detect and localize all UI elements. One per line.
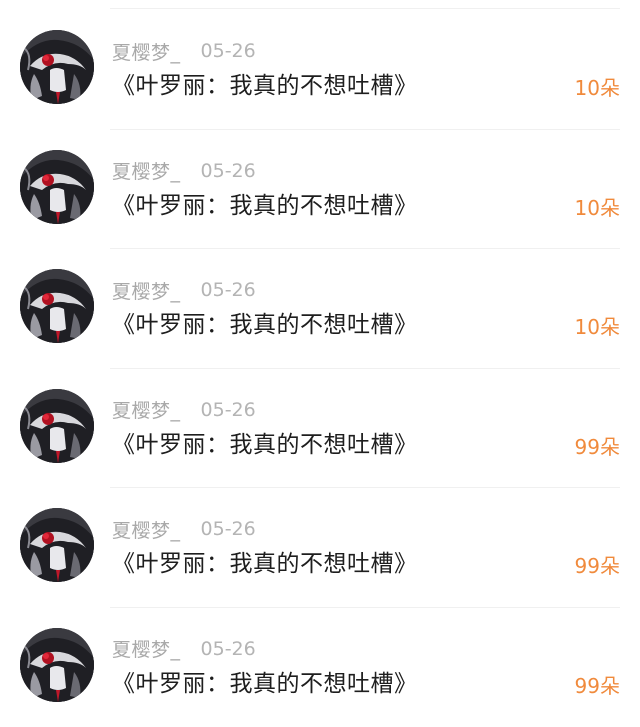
list-item[interactable]: 夏樱梦_ 05-26 《叶罗丽：我真的不想吐槽》 99朵 <box>0 369 640 489</box>
anime-girl-avatar-icon <box>20 389 94 463</box>
avatar[interactable] <box>20 30 94 104</box>
post-date: 05-26 <box>201 399 256 421</box>
anime-girl-avatar-icon <box>20 508 94 582</box>
comment-meta: 夏樱梦_ 05-26 <box>112 636 256 662</box>
avatar[interactable] <box>20 628 94 702</box>
avatar[interactable] <box>20 508 94 582</box>
gift-count: 99朵 <box>575 672 620 700</box>
list-item[interactable]: 夏樱梦_ 05-26 《叶罗丽：我真的不想吐槽》 99朵 <box>0 608 640 727</box>
post-date: 05-26 <box>201 40 256 62</box>
anime-girl-avatar-icon <box>20 269 94 343</box>
post-date: 05-26 <box>201 638 256 660</box>
list-item[interactable]: 夏樱梦_ 05-26 《叶罗丽：我真的不想吐槽》 10朵 <box>0 130 640 250</box>
gift-count: 10朵 <box>575 313 620 341</box>
avatar[interactable] <box>20 150 94 224</box>
username[interactable]: 夏樱梦_ <box>112 396 181 423</box>
top-divider <box>110 8 620 9</box>
work-title[interactable]: 《叶罗丽：我真的不想吐槽》 <box>112 70 418 102</box>
anime-girl-avatar-icon <box>20 628 94 702</box>
username[interactable]: 夏樱梦_ <box>112 635 181 662</box>
username[interactable]: 夏樱梦_ <box>112 516 181 543</box>
gift-record-list: 夏樱梦_ 05-26 《叶罗丽：我真的不想吐槽》 10朵 夏樱梦_ 05-26 <box>0 10 640 727</box>
post-date: 05-26 <box>201 279 256 301</box>
list-item[interactable]: 夏樱梦_ 05-26 《叶罗丽：我真的不想吐槽》 99朵 <box>0 488 640 608</box>
comment-meta: 夏樱梦_ 05-26 <box>112 38 256 64</box>
post-date: 05-26 <box>201 518 256 540</box>
anime-girl-avatar-icon <box>20 150 94 224</box>
username[interactable]: 夏樱梦_ <box>112 38 181 65</box>
username[interactable]: 夏樱梦_ <box>112 157 181 184</box>
avatar[interactable] <box>20 389 94 463</box>
work-title[interactable]: 《叶罗丽：我真的不想吐槽》 <box>112 429 418 461</box>
list-item[interactable]: 夏樱梦_ 05-26 《叶罗丽：我真的不想吐槽》 10朵 <box>0 249 640 369</box>
post-date: 05-26 <box>201 160 256 182</box>
comment-meta: 夏樱梦_ 05-26 <box>112 158 256 184</box>
work-title[interactable]: 《叶罗丽：我真的不想吐槽》 <box>112 668 418 700</box>
work-title[interactable]: 《叶罗丽：我真的不想吐槽》 <box>112 548 418 580</box>
comment-meta: 夏樱梦_ 05-26 <box>112 397 256 423</box>
avatar[interactable] <box>20 269 94 343</box>
username[interactable]: 夏樱梦_ <box>112 277 181 304</box>
gift-count: 10朵 <box>575 74 620 102</box>
gift-count: 99朵 <box>575 433 620 461</box>
comment-meta: 夏樱梦_ 05-26 <box>112 277 256 303</box>
comment-meta: 夏樱梦_ 05-26 <box>112 516 256 542</box>
anime-girl-avatar-icon <box>20 30 94 104</box>
gift-count: 10朵 <box>575 194 620 222</box>
list-item[interactable]: 夏樱梦_ 05-26 《叶罗丽：我真的不想吐槽》 10朵 <box>0 10 640 130</box>
work-title[interactable]: 《叶罗丽：我真的不想吐槽》 <box>112 309 418 341</box>
work-title[interactable]: 《叶罗丽：我真的不想吐槽》 <box>112 190 418 222</box>
gift-count: 99朵 <box>575 552 620 580</box>
